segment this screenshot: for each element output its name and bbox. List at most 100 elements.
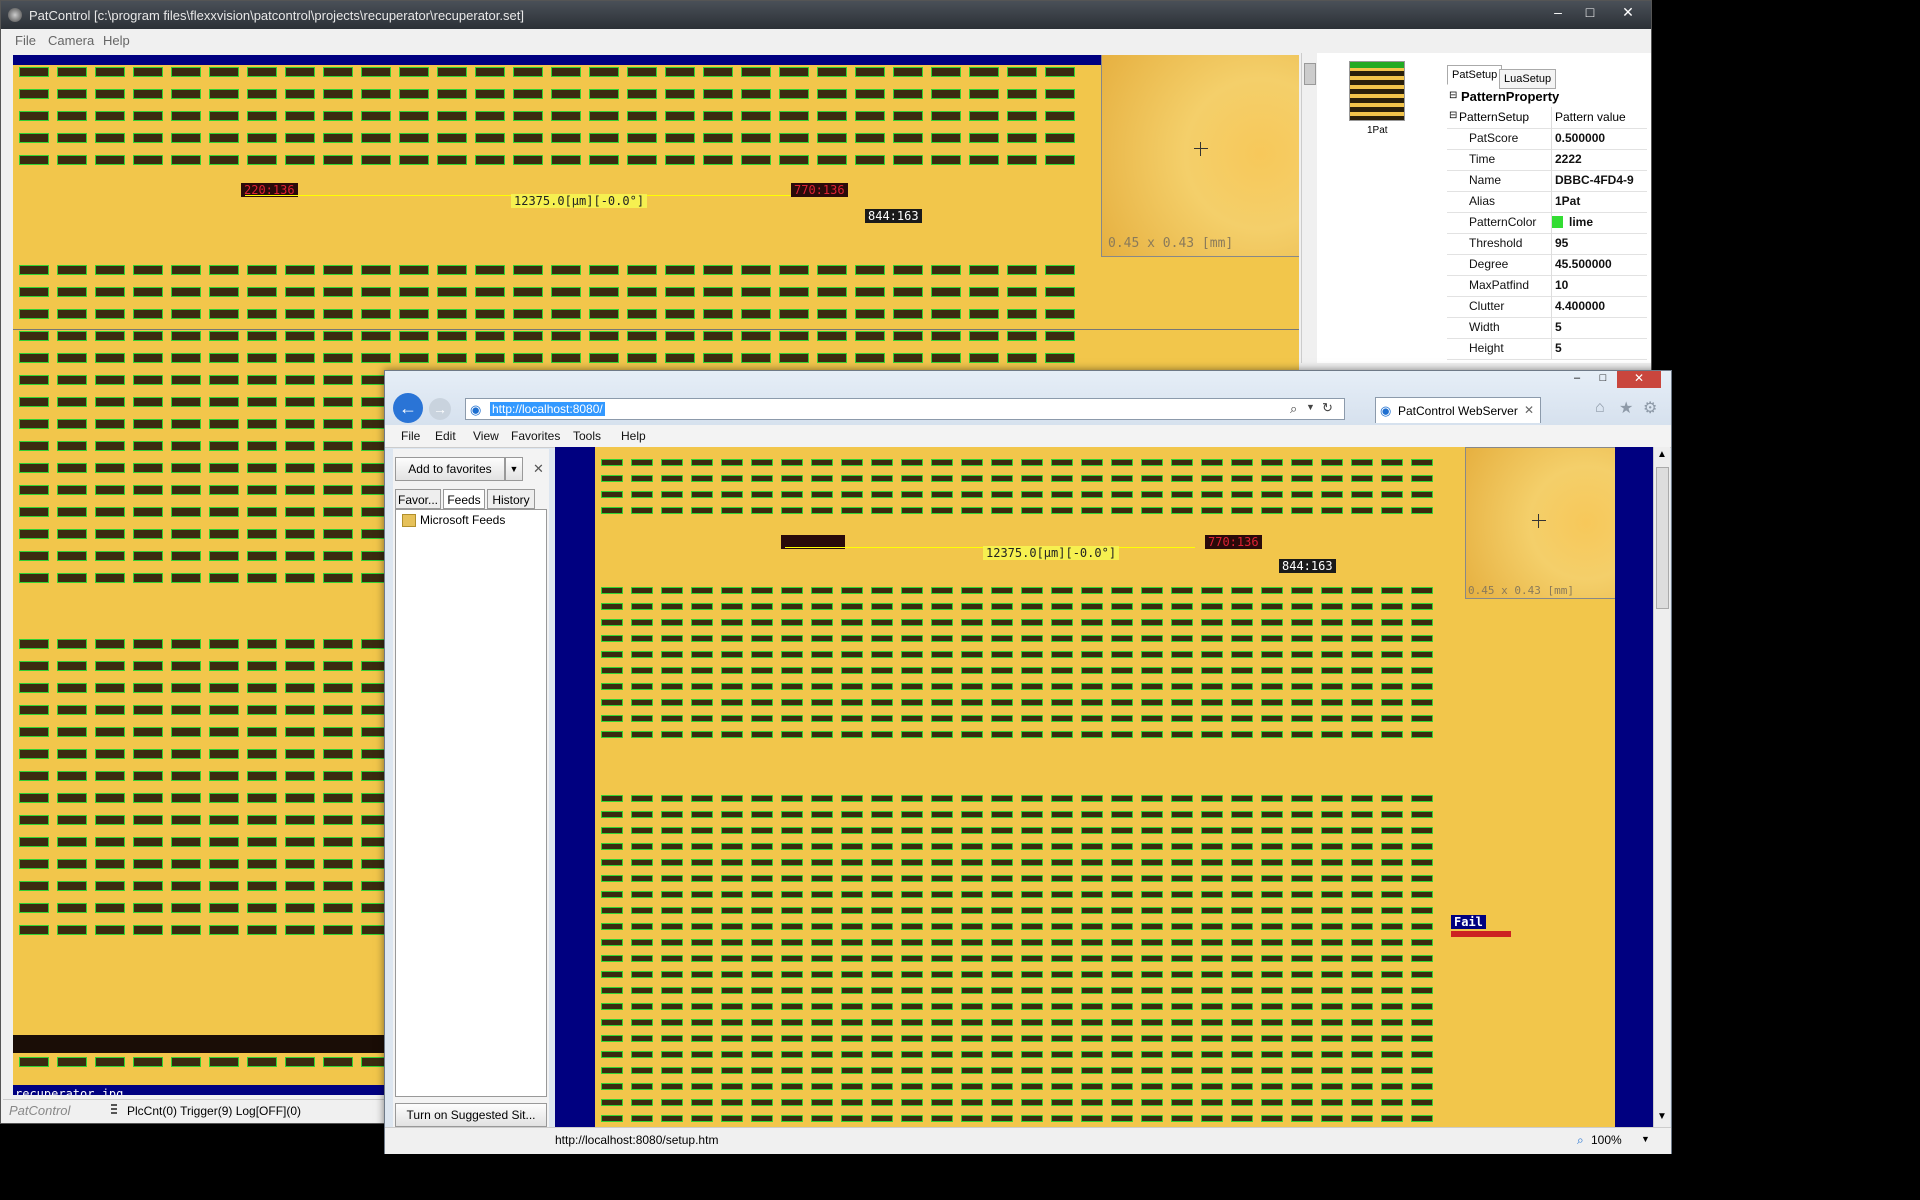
property-row-degree[interactable]: Degree 45.500000 [1447, 254, 1647, 276]
suggested-sites-button[interactable]: Turn on Suggested Sit... [395, 1103, 547, 1127]
pad [703, 89, 733, 99]
scroll-up-icon[interactable]: ▲ [1657, 449, 1667, 460]
page-scrollbar[interactable]: ▲ ▼ [1653, 447, 1670, 1127]
pad [991, 875, 1013, 882]
favorites-star-icon[interactable]: ★ [1619, 398, 1633, 418]
pad [1291, 507, 1313, 514]
pad [841, 875, 863, 882]
add-favorites-dropdown-icon[interactable]: ▼ [505, 457, 523, 481]
pad [1141, 987, 1163, 994]
back-arrow-icon[interactable]: ← [393, 393, 423, 423]
pad [209, 111, 239, 121]
property-row-maxpatfind[interactable]: MaxPatfind 10 [1447, 275, 1647, 297]
browser-tab[interactable]: ◉ PatControl WebServer ✕ [1375, 397, 1541, 423]
menu-file[interactable]: File [401, 429, 420, 443]
pad [1231, 907, 1253, 914]
scroll-thumb[interactable] [1304, 63, 1316, 85]
dropdown-icon[interactable]: ▼ [1306, 402, 1315, 412]
pad [691, 859, 713, 866]
pad [817, 353, 847, 363]
home-icon[interactable]: ⌂ [1595, 399, 1605, 417]
property-row-patternsetup[interactable]: ⊟ PatternSetup Pattern value [1447, 107, 1647, 129]
collapse-icon[interactable]: ⊟ [1449, 110, 1457, 121]
close-pane-icon[interactable]: ✕ [533, 461, 544, 477]
pad [601, 795, 623, 802]
maximize-button[interactable]: □ [1591, 372, 1615, 388]
address-bar[interactable]: ◉ http://localhost:8080/ ⌕ ▼ ↻ [465, 398, 1345, 420]
address-url[interactable]: http://localhost:8080/ [490, 402, 605, 416]
menu-help[interactable]: Help [621, 429, 646, 443]
zoom-icon[interactable]: ⌕ [1577, 1133, 1584, 1148]
property-row-threshold[interactable]: Threshold 95 [1447, 233, 1647, 255]
close-button[interactable]: ✕ [1617, 371, 1661, 388]
image-scrollbar[interactable] [1301, 53, 1316, 363]
web-camera-image[interactable]: 12375.0[µm][-0.0°] 770:136 844:163 Fail … [595, 447, 1615, 1127]
property-row-alias[interactable]: Alias 1Pat [1447, 191, 1647, 213]
pad [399, 133, 429, 143]
zoom-level[interactable]: 100% [1591, 1133, 1622, 1147]
pad [871, 1019, 893, 1026]
pad [601, 635, 623, 642]
tab-favorites[interactable]: Favor... [395, 489, 441, 509]
property-row-width[interactable]: Width 5 [1447, 317, 1647, 339]
add-to-favorites-button[interactable]: Add to favorites [395, 457, 505, 481]
menu-favorites[interactable]: Favorites [511, 429, 560, 443]
tab-luasetup[interactable]: LuaSetup [1499, 69, 1557, 89]
tab-feeds[interactable]: Feeds [443, 489, 485, 509]
maximize-button[interactable]: □ [1577, 3, 1603, 21]
property-row-patterncolor[interactable]: PatternColor lime [1447, 212, 1647, 234]
menu-file[interactable]: File [15, 33, 36, 48]
search-icon[interactable]: ⌕ [1290, 401, 1297, 417]
pad [601, 955, 623, 962]
zoom-dropdown-icon[interactable]: ▼ [1641, 1134, 1650, 1144]
gear-icon[interactable]: ⚙ [1643, 398, 1657, 418]
pad [589, 265, 619, 275]
pad [691, 699, 713, 706]
property-row-time[interactable]: Time 2222 [1447, 149, 1647, 171]
pad [1201, 683, 1223, 690]
pattern-thumbnail[interactable] [1349, 61, 1405, 121]
scroll-down-icon[interactable]: ▼ [1657, 1111, 1667, 1122]
minimize-button[interactable]: – [1545, 3, 1571, 21]
pad [721, 1051, 743, 1058]
pad [437, 331, 467, 341]
pad [841, 1035, 863, 1042]
pad [691, 587, 713, 594]
tab-history[interactable]: History [487, 489, 535, 509]
pad [1411, 795, 1433, 802]
property-row-clutter[interactable]: Clutter 4.400000 [1447, 296, 1647, 318]
web-content[interactable]: 12375.0[µm][-0.0°] 770:136 844:163 Fail … [555, 447, 1653, 1127]
pad [661, 891, 683, 898]
refresh-icon[interactable]: ↻ [1322, 400, 1333, 416]
feeds-item[interactable]: Microsoft Feeds [420, 513, 505, 527]
property-row-height[interactable]: Height 5 [1447, 338, 1647, 360]
pad [751, 683, 773, 690]
forward-arrow-icon[interactable]: → [429, 398, 451, 420]
pad [631, 667, 653, 674]
pad [841, 907, 863, 914]
menu-help[interactable]: Help [103, 33, 130, 48]
property-category[interactable]: ⊟ PatternProperty [1447, 87, 1647, 108]
pad [811, 603, 833, 610]
pad [1111, 843, 1133, 850]
menu-camera[interactable]: Camera [48, 33, 94, 48]
property-row-name[interactable]: Name DBBC-4FD4-9 [1447, 170, 1647, 192]
pad [855, 133, 885, 143]
collapse-icon[interactable]: ⊟ [1449, 90, 1457, 101]
scroll-thumb[interactable] [1656, 467, 1669, 609]
property-row-patscore[interactable]: PatScore 0.500000 [1447, 128, 1647, 150]
close-button[interactable]: ✕ [1615, 3, 1641, 21]
pad [1381, 683, 1403, 690]
menu-view[interactable]: View [473, 429, 499, 443]
minimize-button[interactable]: – [1565, 372, 1589, 388]
menu-edit[interactable]: Edit [435, 429, 456, 443]
pad [95, 639, 125, 649]
pad [247, 89, 277, 99]
menu-tools[interactable]: Tools [573, 429, 601, 443]
pad [721, 651, 743, 658]
close-tab-icon[interactable]: ✕ [1524, 403, 1534, 417]
pad [703, 309, 733, 319]
pad [323, 639, 353, 649]
tab-patsetup[interactable]: PatSetup [1447, 65, 1503, 85]
pad [1261, 875, 1283, 882]
